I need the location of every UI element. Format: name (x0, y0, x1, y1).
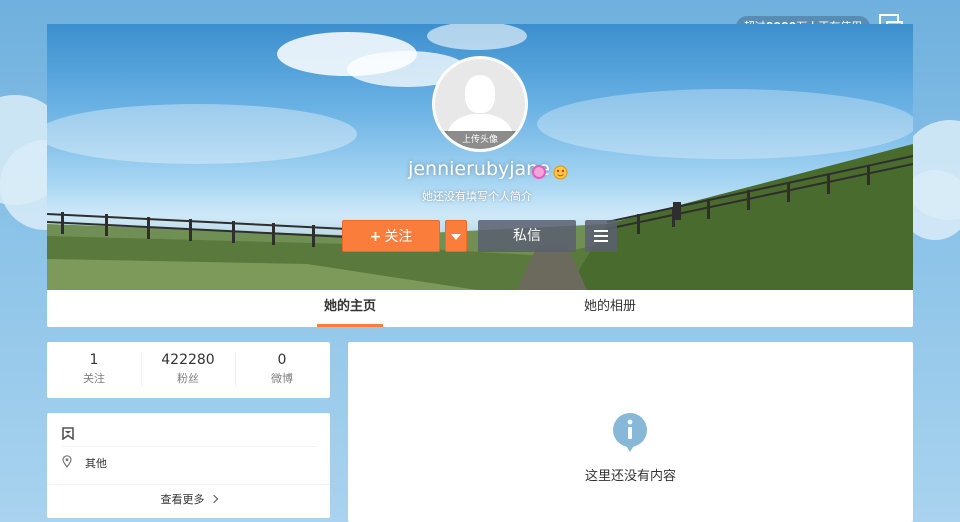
stat-weibo[interactable]: 0 微博 (235, 352, 329, 386)
tab-home[interactable]: 她的主页 (317, 290, 383, 327)
stat-weibo-label: 微博 (271, 372, 293, 385)
location-icon (62, 455, 72, 468)
message-label: 私信 (513, 228, 541, 244)
message-button[interactable]: 私信 (478, 220, 576, 252)
follow-label: 关注 (384, 229, 413, 245)
stat-fans[interactable]: 422280 粉丝 (141, 352, 235, 386)
stat-fans-label: 粉丝 (177, 372, 199, 385)
tab-album[interactable]: 她的相册 (567, 290, 653, 327)
user-placeholder-icon (465, 75, 495, 113)
avatar[interactable]: 上传头像 (432, 56, 528, 152)
info-icon (613, 413, 647, 452)
chevron-right-icon (209, 494, 218, 504)
more-menu-button[interactable] (585, 220, 617, 252)
bookmark-icon (62, 427, 74, 440)
empty-message: 这里还没有内容 (584, 469, 676, 484)
plus-icon: + (369, 229, 382, 245)
stat-following-value: 1 (89, 352, 99, 368)
divider (47, 484, 330, 485)
view-more-link[interactable]: 查看更多 (47, 491, 330, 507)
location-text: 其他 (85, 457, 107, 470)
profile-tabs: 她的主页 她的相册 (47, 290, 913, 327)
view-more-label: 查看更多 (160, 493, 205, 506)
emoji-badge-icon[interactable] (553, 165, 568, 180)
profile-bio: 她还没有填写个人简介 (422, 190, 532, 203)
profile-cover: 上传头像 jennierubyjane 她还没有填写个人简介 + 关注 私信 (47, 24, 913, 290)
verified-icon[interactable] (532, 165, 546, 179)
follow-options-button[interactable] (445, 220, 467, 252)
stat-fans-value: 422280 (161, 352, 215, 368)
stat-weibo-value: 0 (277, 352, 287, 368)
follow-button[interactable]: + 关注 (342, 220, 440, 252)
divider (62, 446, 316, 447)
stats-card: 1 关注 422280 粉丝 0 微博 (47, 342, 330, 398)
upload-avatar-label[interactable]: 上传头像 (435, 131, 525, 149)
stat-following-label: 关注 (83, 372, 105, 385)
caret-down-icon (451, 234, 461, 240)
feed-panel: 这里还没有内容 (348, 342, 913, 522)
stat-following[interactable]: 1 关注 (47, 352, 141, 386)
profile-info-card: 其他 查看更多 (47, 413, 330, 518)
